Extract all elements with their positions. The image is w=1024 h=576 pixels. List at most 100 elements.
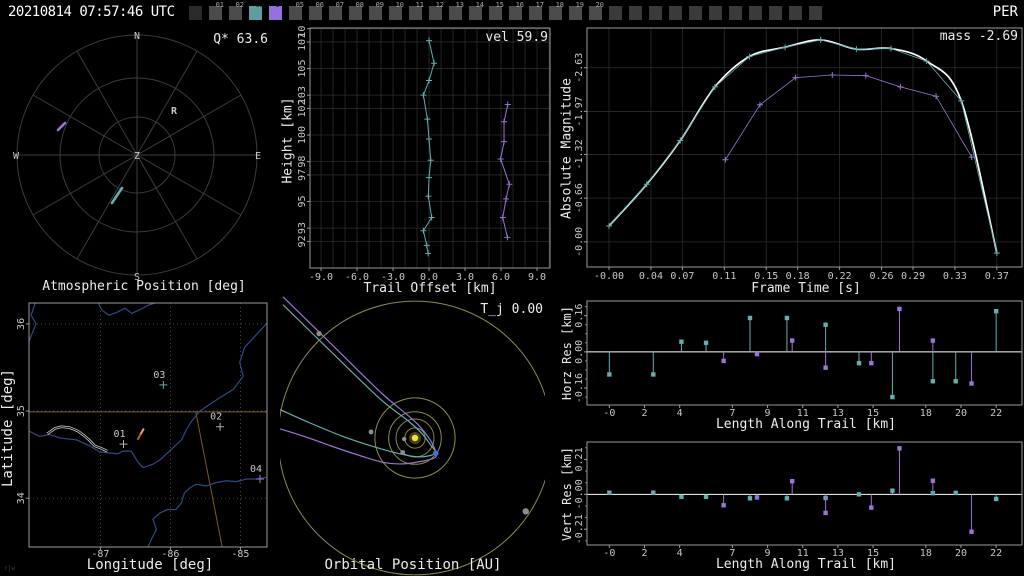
planet-mercury bbox=[402, 436, 407, 442]
svg-text:-0: -0 bbox=[603, 408, 615, 419]
sun bbox=[411, 434, 419, 442]
svg-text:-0.66: -0.66 bbox=[574, 183, 585, 213]
svg-text:98: 98 bbox=[297, 156, 308, 168]
series-fit-curve bbox=[608, 39, 998, 254]
frame-tile[interactable] bbox=[709, 6, 722, 20]
orbit-title: Orbital Position [AU] bbox=[324, 557, 502, 573]
svg-text:22: 22 bbox=[990, 548, 1002, 559]
frame-tile[interactable]: 15 bbox=[489, 1, 504, 20]
svg-text:-0.00: -0.00 bbox=[574, 227, 585, 257]
app-window: 20210814 07:57:46 UTC 01 02 03 04 05 06 07 08 09… bbox=[0, 0, 1024, 576]
map-station-04: 04 bbox=[250, 464, 264, 484]
planet-venus bbox=[400, 450, 406, 455]
frame-tile[interactable] bbox=[769, 6, 782, 20]
map-ylabel: Latitude [deg] bbox=[0, 369, 16, 488]
frame-tile[interactable]: 01 bbox=[209, 1, 224, 20]
svg-text:2: 2 bbox=[641, 548, 647, 559]
frame-tile[interactable]: 08 bbox=[349, 1, 364, 20]
svg-text:105: 105 bbox=[297, 60, 308, 78]
frame-tile[interactable]: 09 bbox=[369, 1, 384, 20]
atmospheric-plot[interactable]: NESW ZR bbox=[0, 25, 280, 283]
svg-text:03: 03 bbox=[153, 370, 165, 381]
velocity-stat: vel 59.9 bbox=[485, 30, 548, 45]
frame-tile[interactable]: 12 bbox=[429, 1, 444, 20]
frame-tile[interactable]: 03 bbox=[249, 1, 264, 20]
frame-tile[interactable] bbox=[649, 6, 662, 20]
svg-text:-2.63: -2.63 bbox=[574, 53, 585, 83]
frame-tile[interactable] bbox=[609, 6, 622, 20]
compass-west-label: W bbox=[13, 151, 20, 162]
svg-text:01: 01 bbox=[113, 429, 125, 440]
zenith-label: Z bbox=[134, 151, 140, 162]
frame-tile[interactable] bbox=[629, 6, 642, 20]
svg-text:-0.00: -0.00 bbox=[594, 271, 624, 282]
frame-tile[interactable]: 20 bbox=[589, 1, 604, 20]
watermark: rjw bbox=[4, 565, 15, 572]
frame-tile[interactable] bbox=[789, 6, 802, 20]
meteor-streak-04 bbox=[56, 121, 67, 132]
svg-text:0.37: 0.37 bbox=[985, 271, 1009, 282]
map-xlabel: Longitude [deg] bbox=[86, 557, 214, 573]
magnitude-xlabel: Frame Time [s] bbox=[751, 281, 861, 296]
svg-text:103: 103 bbox=[297, 86, 308, 104]
frame-tile[interactable] bbox=[749, 6, 762, 20]
timestamp: 20210814 07:57:46 UTC bbox=[8, 4, 175, 20]
frame-tile[interactable] bbox=[809, 6, 822, 20]
horz-res-xlabel: Length Along Trail [km] bbox=[715, 417, 896, 432]
trail-ylabel: Height [km] bbox=[280, 97, 296, 184]
frame-tile[interactable]: 19 bbox=[569, 1, 584, 20]
svg-text:0.33: 0.33 bbox=[943, 271, 967, 282]
horz-res-ylabel: Horz Res [km] bbox=[560, 306, 574, 400]
frame-tile[interactable]: 11 bbox=[409, 1, 424, 20]
svg-text:0.00: 0.00 bbox=[574, 340, 585, 364]
svg-text:35: 35 bbox=[16, 405, 27, 417]
map-plot[interactable]: 01020304-87 -86 -85343536 bbox=[0, 295, 280, 576]
svg-text:02: 02 bbox=[210, 412, 222, 423]
magnitude-ylabel: Absolute Magnitude bbox=[559, 78, 575, 219]
frame-tile[interactable]: 02 bbox=[229, 1, 244, 20]
svg-text:34: 34 bbox=[16, 492, 27, 504]
mass-stat: mass -2.69 bbox=[939, 29, 1018, 44]
tisserand-stat: T_j 0.00 bbox=[480, 302, 543, 317]
frame-tile[interactable]: 06 bbox=[309, 1, 324, 20]
svg-text:2: 2 bbox=[641, 408, 647, 419]
frame-tile[interactable]: 16 bbox=[509, 1, 524, 20]
series-station-03 bbox=[607, 308, 999, 400]
svg-text:22: 22 bbox=[990, 408, 1002, 419]
shower-code: PER bbox=[992, 4, 1018, 20]
series-station-04 bbox=[721, 306, 974, 386]
svg-text:0.21: 0.21 bbox=[574, 447, 585, 471]
svg-text:0.16: 0.16 bbox=[574, 304, 585, 328]
frame-tile[interactable]: 13 bbox=[449, 1, 464, 20]
frame-tile[interactable] bbox=[689, 6, 702, 20]
vert-res-plot[interactable]: -0 2 4 7 9 11 13 15 18 20 220.21-0.00-0.21 bbox=[560, 435, 1024, 576]
planet-mars bbox=[368, 429, 374, 435]
horz-res-plot[interactable]: -0 2 4 7 9 11 13 15 18 20 220.160.00-0.16 bbox=[560, 295, 1024, 435]
vert-res-xlabel: Length Along Trail [km] bbox=[715, 557, 896, 572]
orbit-plot[interactable] bbox=[280, 295, 545, 576]
svg-text:100: 100 bbox=[297, 126, 308, 144]
svg-text:36: 36 bbox=[16, 318, 27, 330]
svg-text:-0: -0 bbox=[603, 548, 615, 559]
svg-text:-1.32: -1.32 bbox=[574, 139, 585, 169]
frame-tile[interactable] bbox=[189, 6, 202, 20]
frame-tile[interactable] bbox=[729, 6, 742, 20]
frame-tile[interactable]: 04 bbox=[269, 1, 284, 20]
frame-tile[interactable] bbox=[669, 6, 682, 20]
frame-tile[interactable]: 05 bbox=[289, 1, 304, 20]
svg-text:-1.97: -1.97 bbox=[574, 96, 585, 126]
magnitude-plot[interactable]: -0.00 0.04 0.07 0.11 0.15 0.18 0.22 0.26 0.29 0.3… bbox=[560, 25, 1024, 287]
frame-tile[interactable]: 10 bbox=[389, 1, 404, 20]
planet-jupiter bbox=[522, 508, 529, 515]
svg-text:108: 108 bbox=[297, 25, 308, 38]
frame-tile[interactable]: 17 bbox=[529, 1, 544, 20]
map-station-01: 01 bbox=[113, 429, 128, 449]
frame-tile[interactable]: 18 bbox=[549, 1, 564, 20]
series-station-04 bbox=[722, 72, 975, 163]
series-station-04 bbox=[721, 446, 974, 534]
frame-tile[interactable]: 07 bbox=[329, 1, 344, 20]
frame-tile[interactable]: 14 bbox=[469, 1, 484, 20]
trail-offset-plot[interactable]: -9.0 -6.0 -3.0 0.0 3.0 6.0 9.09293959798100102… bbox=[280, 25, 555, 287]
svg-text:92: 92 bbox=[297, 235, 308, 247]
radiant-marker: R bbox=[171, 106, 178, 117]
